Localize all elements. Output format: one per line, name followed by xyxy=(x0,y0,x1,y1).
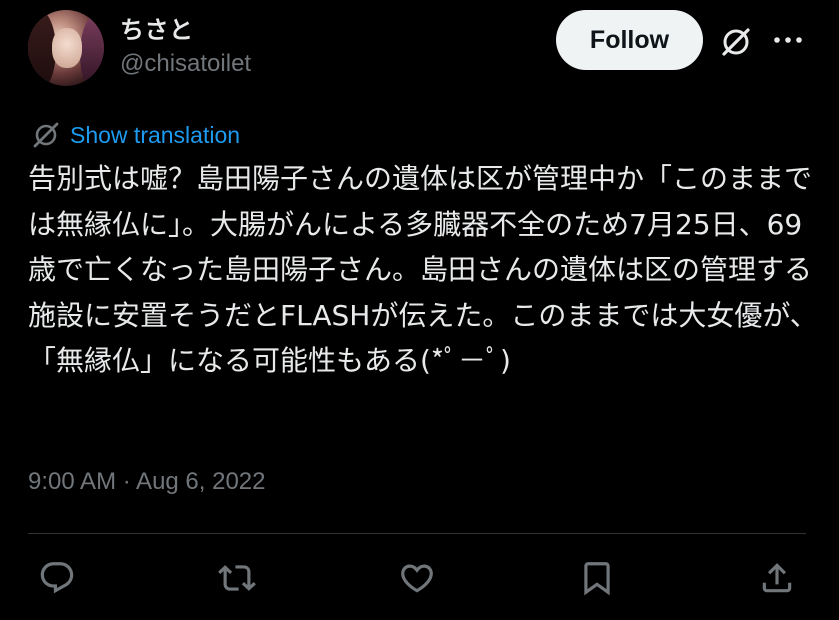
tweet-text: 告別式は嘘？島田陽子さんの遺体は区が管理中か「このままでは無縁仏に」。大腸がんに… xyxy=(28,162,818,377)
translate-icon xyxy=(30,119,62,151)
grok-icon[interactable] xyxy=(716,22,756,62)
reply-icon[interactable] xyxy=(37,558,77,598)
more-icon[interactable] xyxy=(768,22,808,58)
share-icon[interactable] xyxy=(757,558,797,598)
avatar[interactable] xyxy=(28,10,104,86)
tweet-timestamp[interactable]: 9:00 AM · Aug 6, 2022 xyxy=(28,468,266,496)
show-translation-link[interactable]: Show translation xyxy=(70,122,240,149)
display-name[interactable]: ちさと xyxy=(120,10,194,45)
user-handle[interactable]: @chisatoilet xyxy=(120,50,251,78)
show-translation[interactable]: Show translation xyxy=(30,118,240,152)
bookmark-icon[interactable] xyxy=(577,558,617,598)
divider xyxy=(28,533,806,534)
follow-button[interactable]: Follow xyxy=(556,10,703,70)
tweet-card: ちさと @chisatoilet Follow Show translation… xyxy=(0,0,839,620)
retweet-icon[interactable] xyxy=(217,558,257,598)
heart-icon[interactable] xyxy=(397,558,437,598)
